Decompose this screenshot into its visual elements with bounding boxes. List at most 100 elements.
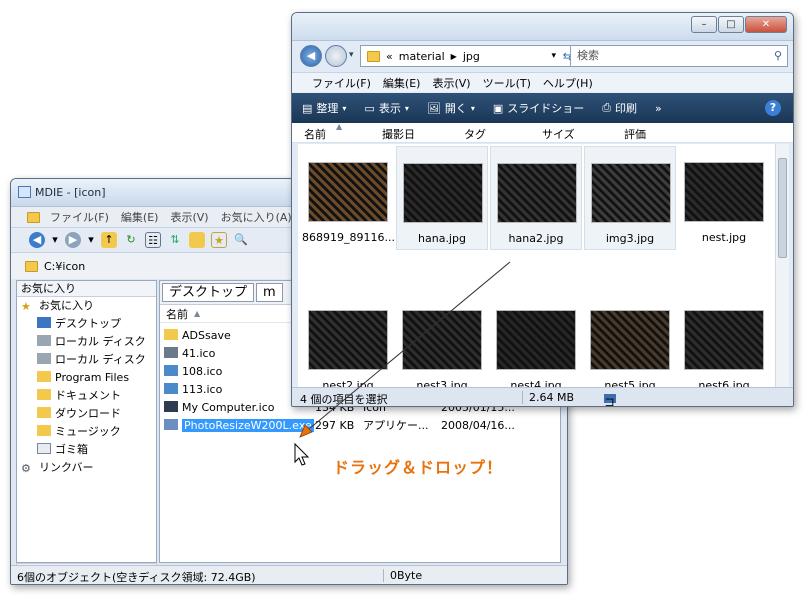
thumbnail-image <box>684 162 764 222</box>
search-icon[interactable]: 🔍 <box>233 232 249 248</box>
menu-view[interactable]: 表示(V) <box>426 75 476 91</box>
print-button[interactable]: ⎙ 印刷 <box>602 100 637 116</box>
explorer-titlebar[interactable]: – □ ✕ <box>292 13 793 41</box>
tree-item-label: ゴミ箱 <box>55 443 88 456</box>
chevron-down-icon: ▾ <box>404 103 409 113</box>
status-selected-size: 2.64 MB <box>522 391 574 404</box>
explorer-statusbar: 4 個の項目を選択 2.64 MB コンピュータ <box>292 387 793 406</box>
slideshow-button[interactable]: ▣ スライドショー <box>493 100 584 116</box>
tree-item-documents[interactable]: ドキュメント <box>17 387 156 405</box>
refresh-icon[interactable]: ↻ <box>123 232 139 248</box>
thumbnail-item[interactable]: nest3.jpg <box>396 294 488 388</box>
thumbnail-label: img3.jpg <box>605 232 655 245</box>
tree-item-recycle-bin[interactable]: ゴミ箱 <box>17 441 156 459</box>
thumbnail-item[interactable]: nest5.jpg <box>584 294 676 388</box>
tree-item-downloads[interactable]: ダウンロード <box>17 405 156 423</box>
views-label: 表示 <box>378 102 401 115</box>
forward-icon[interactable] <box>325 45 347 67</box>
back-icon[interactable]: ◀ <box>29 232 45 248</box>
explorer-command-bar: ▤ 整理 ▾ ▭ 表示 ▾ 🖼 開く ▾ ▣ スライドショー ⎙ 印刷 » ? <box>292 93 793 123</box>
trash-icon <box>37 443 51 454</box>
tree-item-favorites[interactable]: ★ お気に入り <box>17 297 156 315</box>
tree-item-music[interactable]: ミュージック <box>17 423 156 441</box>
tree-item-desktop[interactable]: デスクトップ <box>17 315 156 333</box>
breadcrumb-material[interactable]: material <box>399 50 445 63</box>
menu-help[interactable]: ヘルプ(H) <box>537 75 599 91</box>
col-date-taken[interactable]: 撮影日 <box>382 126 415 142</box>
maximize-button[interactable]: □ <box>718 16 744 33</box>
menu-edit[interactable]: 編集(E) <box>377 75 427 91</box>
thumbnail-item[interactable]: hana2.jpg <box>490 146 582 250</box>
folder-icon <box>367 50 380 62</box>
dropdown-icon[interactable]: ▾ <box>87 232 95 248</box>
explorer-scrollbar[interactable] <box>775 144 789 388</box>
thumbnail-item[interactable]: nest2.jpg <box>302 294 394 388</box>
search-input[interactable]: 検索 ⚲ <box>570 45 788 67</box>
dropdown-icon[interactable]: ▾ <box>51 232 59 248</box>
close-button[interactable]: ✕ <box>745 16 787 33</box>
thumbnail-image <box>496 310 576 370</box>
tab-desktop[interactable]: デスクトップ <box>162 283 255 302</box>
thumbnail-image <box>403 163 483 223</box>
col-rating[interactable]: 評価 <box>624 126 646 142</box>
file-name: 113.ico <box>182 383 223 396</box>
col-tags[interactable]: タグ <box>464 126 486 142</box>
menu-view[interactable]: 表示(V) <box>164 209 214 225</box>
menu-tools[interactable]: ツール(T) <box>477 75 537 91</box>
more-commands-button[interactable]: » <box>655 102 662 115</box>
menu-file[interactable]: ファイル(F) <box>44 209 115 225</box>
thumbnail-item[interactable]: 868919_89116... <box>302 146 394 250</box>
thumbnail-item[interactable]: nest4.jpg <box>490 294 582 388</box>
col-size[interactable]: サイズ <box>542 126 575 142</box>
help-icon[interactable]: ? <box>765 100 781 116</box>
chevron-down-icon: ▾ <box>342 103 347 113</box>
menu-favorites[interactable]: お気に入り(A) <box>215 209 298 225</box>
scrollbar-thumb[interactable] <box>778 158 787 258</box>
thumbnail-item[interactable]: img3.jpg <box>584 146 676 250</box>
sort-icon[interactable]: ⇅ <box>167 232 183 248</box>
thumbnail-item[interactable]: nest.jpg <box>678 146 770 250</box>
tree-item-link-bar[interactable]: ⚙ リンクバー <box>17 459 156 477</box>
breadcrumb-overflow[interactable]: « <box>386 50 393 63</box>
organize-label: 整理 <box>316 102 339 115</box>
file-name: 41.ico <box>182 347 216 360</box>
tree-item-local-disk[interactable]: ローカル ディスク <box>17 351 156 369</box>
chevron-down-icon[interactable]: ▾ <box>349 50 354 60</box>
folder-icon <box>37 371 51 382</box>
file-row-selected[interactable]: PhotoResizeW200L.exe 297 KB アプリケー... 200… <box>160 417 560 435</box>
thumbnail-image <box>684 310 764 370</box>
menu-edit[interactable]: 編集(E) <box>115 209 165 225</box>
tree-item-label: ダウンロード <box>55 407 121 420</box>
thumbnail-label: hana.jpg <box>418 232 466 245</box>
favorite-star-icon[interactable]: ★ <box>211 232 227 248</box>
explorer-column-headers: 名前 ▲ 撮影日 タグ サイズ 評価 <box>292 122 793 143</box>
address-path[interactable]: C:¥icon <box>44 260 85 273</box>
up-folder-icon[interactable]: ↑ <box>101 232 117 248</box>
thumbnail-image <box>590 310 670 370</box>
folder-icon <box>25 260 38 272</box>
menu-file[interactable]: ファイル(F) <box>306 75 377 91</box>
slideshow-icon: ▣ <box>492 101 504 115</box>
views-button[interactable]: ▭ 表示 ▾ <box>364 100 408 116</box>
view-icon[interactable]: ☷ <box>145 232 161 248</box>
tree-item-program-files[interactable]: Program Files <box>17 369 156 387</box>
col-name[interactable]: 名前 <box>304 126 326 142</box>
open-button[interactable]: 🖼 開く ▾ <box>427 100 475 116</box>
minimize-button[interactable]: – <box>691 16 717 33</box>
chevron-down-icon[interactable]: ▾ <box>551 51 556 61</box>
tab-m[interactable]: m <box>256 283 283 302</box>
explorer-address-bar[interactable]: « material ▶ jpg ▾ ⇆ <box>360 45 577 67</box>
tree-item-label: ミュージック <box>55 425 121 438</box>
folder-icon[interactable] <box>189 232 205 248</box>
organize-button[interactable]: ▤ 整理 ▾ <box>302 100 346 116</box>
ico-file-icon <box>164 383 178 394</box>
thumbnail-item[interactable]: nest6.jpg <box>678 294 770 388</box>
search-icon[interactable]: ⚲ <box>774 46 782 66</box>
thumbnail-item[interactable]: hana.jpg <box>396 146 488 250</box>
document-icon <box>37 389 51 400</box>
breadcrumb-jpg[interactable]: jpg <box>463 50 480 63</box>
forward-icon[interactable]: ▶ <box>65 232 81 248</box>
back-icon[interactable]: ◀ <box>300 45 322 67</box>
tree-item-local-disk[interactable]: ローカル ディスク <box>17 333 156 351</box>
mdie-tree-pane: お気に入り ★ お気に入り デスクトップ ローカル ディスク ローカル ディスク … <box>16 280 157 563</box>
